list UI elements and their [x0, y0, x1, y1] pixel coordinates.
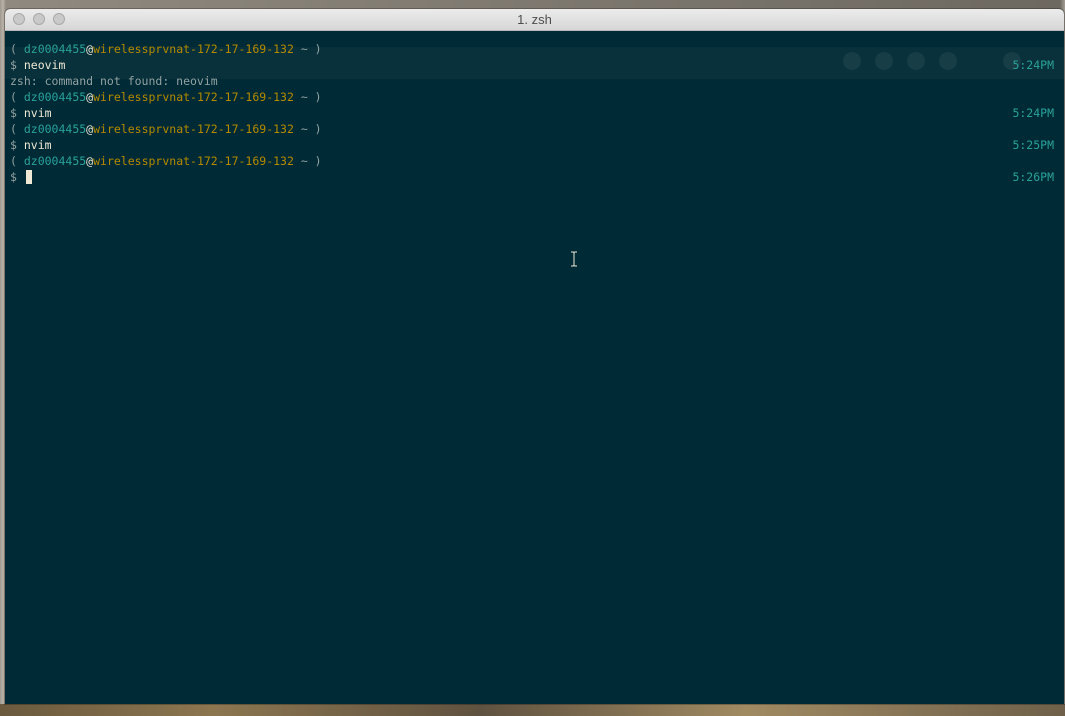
command-text: neovim: [23, 58, 66, 72]
ghost-circle-icon: [875, 52, 893, 70]
terminal-window[interactable]: 1. zsh ( dz0004455@wirelessprvnat-172-17…: [5, 9, 1064, 704]
prompt-host: wirelessprvnat-172-17-169-132: [93, 90, 294, 104]
prompt-line: ( dz0004455@wirelessprvnat-172-17-169-13…: [10, 122, 322, 136]
timestamp: 5:25PM: [1012, 138, 1054, 152]
title-bar[interactable]: 1. zsh: [5, 9, 1064, 31]
text-ibeam-icon: [571, 251, 577, 267]
timestamp: 5:24PM: [1012, 106, 1054, 120]
command-line: $ nvim: [10, 106, 52, 120]
ghost-circle-icon: [843, 52, 861, 70]
timestamp: 5:24PM: [1012, 58, 1054, 72]
prompt-line: ( dz0004455@wirelessprvnat-172-17-169-13…: [10, 42, 322, 56]
window-title: 1. zsh: [517, 12, 552, 27]
output-text: zsh: command not found: neovim: [10, 74, 218, 88]
desktop-bottom-strip: [0, 704, 1065, 716]
prompt-host: wirelessprvnat-172-17-169-132: [93, 42, 294, 56]
command-text: nvim: [23, 106, 52, 120]
output-line: zsh: command not found: neovim: [10, 73, 218, 89]
prompt-line: ( dz0004455@wirelessprvnat-172-17-169-13…: [10, 90, 322, 104]
prompt-user: dz0004455: [23, 154, 87, 168]
terminal-cursor: [25, 170, 32, 184]
ghost-circle-icon: [907, 52, 925, 70]
prompt-user: dz0004455: [23, 122, 87, 136]
prompt-user: dz0004455: [23, 42, 87, 56]
timestamp: 5:26PM: [1012, 170, 1054, 184]
prompt-host: wirelessprvnat-172-17-169-132: [93, 154, 294, 168]
command-line: $ neovim: [10, 58, 66, 72]
active-command-line[interactable]: $: [10, 169, 32, 185]
command-line: $ nvim: [10, 138, 52, 152]
command-text: nvim: [23, 138, 52, 152]
prompt-host: wirelessprvnat-172-17-169-132: [93, 122, 294, 136]
terminal-area[interactable]: ( dz0004455@wirelessprvnat-172-17-169-13…: [5, 31, 1064, 704]
ghost-circle-icon: [939, 52, 957, 70]
prompt-line: ( dz0004455@wirelessprvnat-172-17-169-13…: [10, 154, 322, 168]
prompt-user: dz0004455: [23, 90, 87, 104]
